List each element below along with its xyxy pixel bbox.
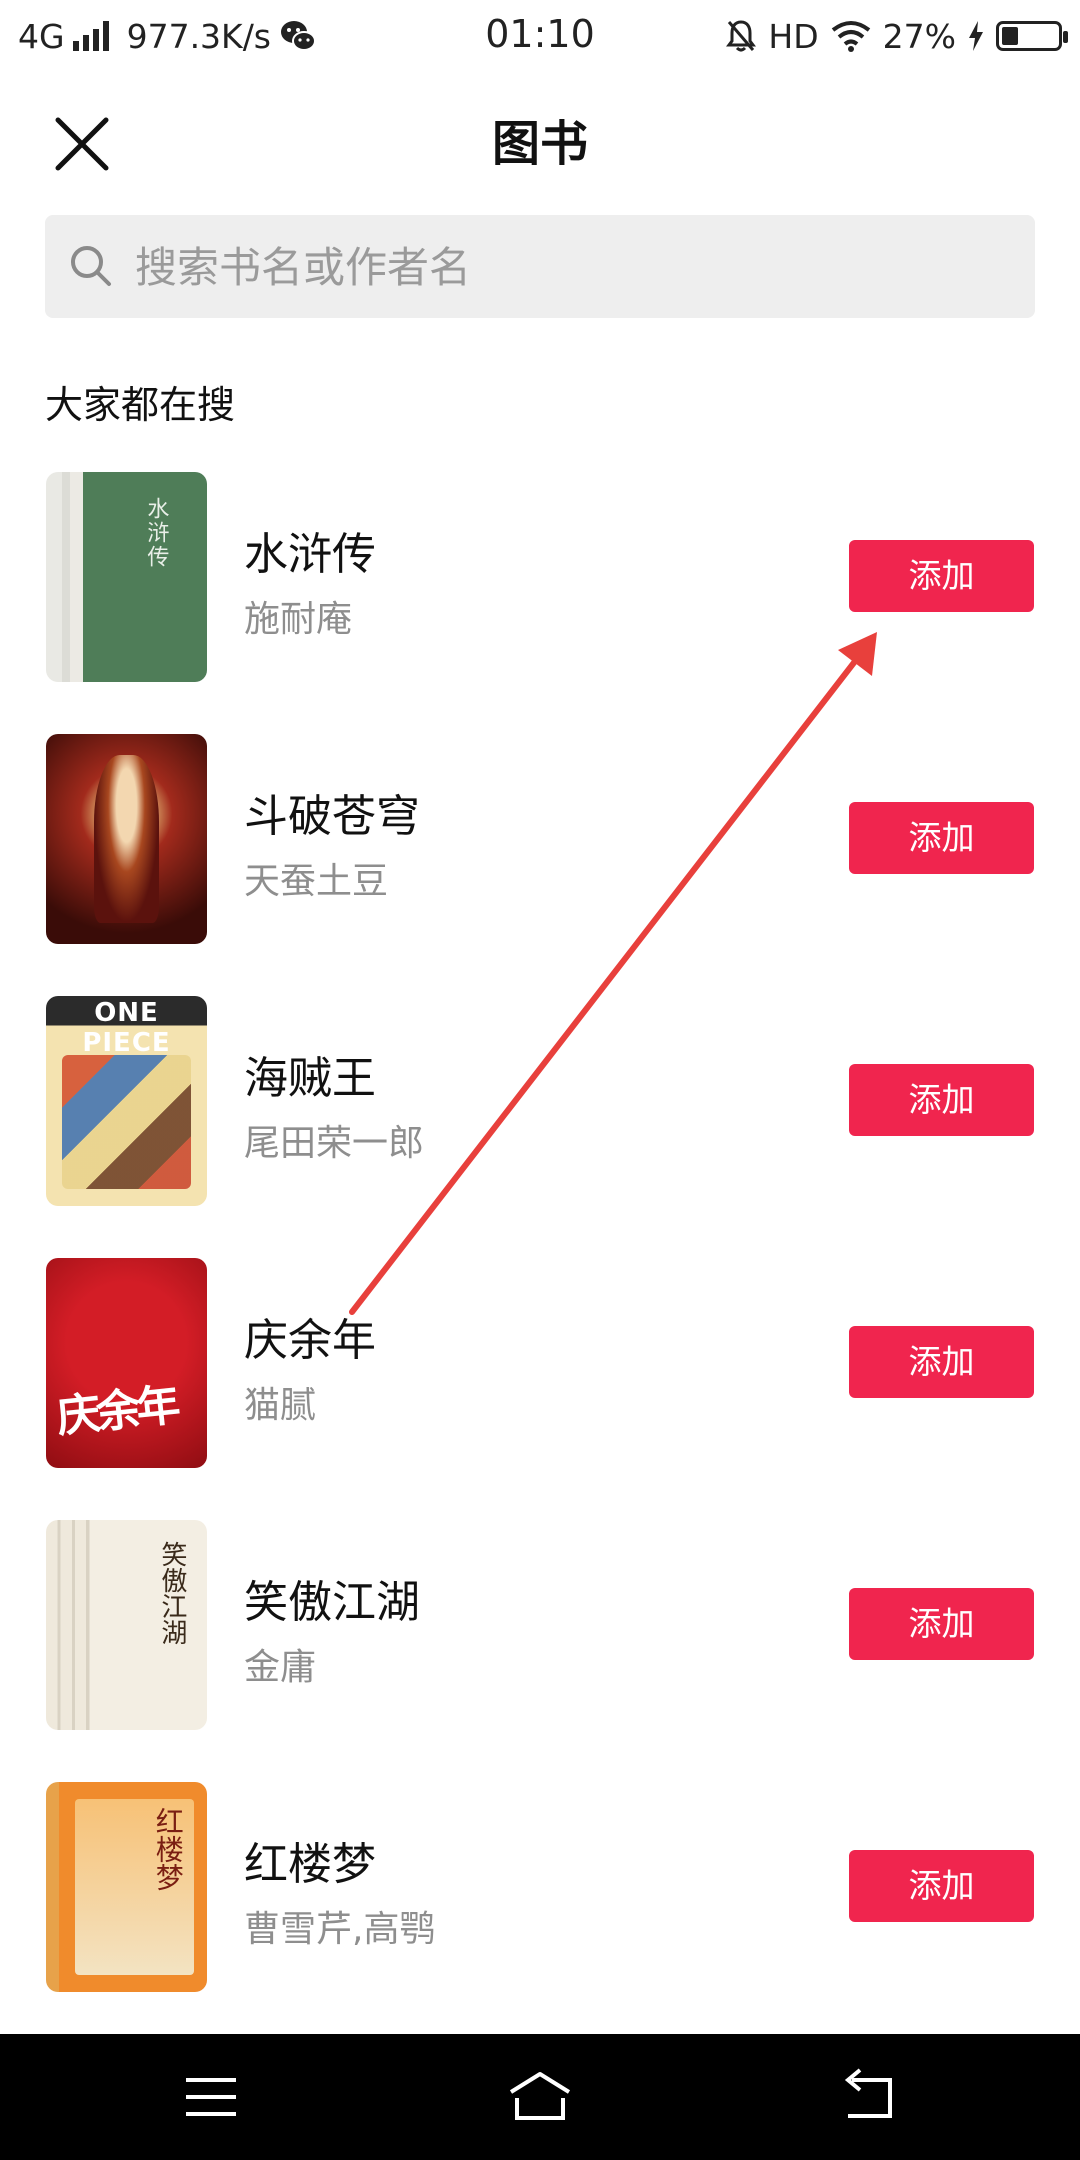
book-author: 尾田荣一郎 bbox=[244, 1123, 425, 1164]
battery-percent: 27% bbox=[882, 16, 956, 56]
book-author: 天蚕土豆 bbox=[244, 861, 389, 902]
status-right: HD 27% bbox=[726, 14, 1068, 58]
search-icon bbox=[71, 246, 111, 286]
book-row[interactable]: 水浒传 水浒传 施耐庵 添加 bbox=[0, 468, 1080, 730]
book-author: 猫腻 bbox=[244, 1385, 317, 1426]
cover-text: 红楼梦 bbox=[151, 1807, 185, 1892]
cover-text: 笑傲江湖 bbox=[156, 1541, 187, 1645]
cover-text: 水浒传 bbox=[143, 497, 169, 570]
book-cover[interactable]: ONE PIECE bbox=[46, 996, 207, 1206]
search-bar[interactable] bbox=[45, 215, 1035, 320]
book-title: 海贼王 bbox=[244, 1053, 376, 1104]
book-cover[interactable]: 红楼梦 bbox=[46, 1782, 207, 1992]
navigation-bar bbox=[0, 2034, 1080, 2160]
book-author: 曹雪芹,高鹗 bbox=[244, 1909, 436, 1950]
book-row[interactable]: ONE PIECE 海贼王 尾田荣一郎 添加 bbox=[0, 992, 1080, 1254]
menu-icon[interactable] bbox=[176, 2062, 246, 2132]
book-author: 金庸 bbox=[244, 1647, 317, 1688]
battery-icon bbox=[996, 21, 1068, 51]
book-list: 水浒传 水浒传 施耐庵 添加 斗破苍穹 天蚕土豆 添加 ONE PIECE 海贼… bbox=[0, 468, 1080, 2040]
page-title: 图书 bbox=[491, 116, 588, 172]
add-button[interactable]: 添加 bbox=[849, 802, 1034, 874]
search-input[interactable] bbox=[133, 215, 997, 320]
add-button[interactable]: 添加 bbox=[849, 1588, 1034, 1660]
add-button[interactable]: 添加 bbox=[849, 1064, 1034, 1136]
add-button[interactable]: 添加 bbox=[849, 1850, 1034, 1922]
add-button[interactable]: 添加 bbox=[849, 540, 1034, 612]
bell-off-icon bbox=[726, 20, 757, 52]
back-icon[interactable] bbox=[834, 2062, 904, 2132]
book-cover[interactable]: 庆余年 bbox=[46, 1258, 207, 1468]
wifi-icon bbox=[831, 21, 870, 52]
section-title: 大家都在搜 bbox=[45, 383, 236, 427]
book-title: 水浒传 bbox=[244, 529, 376, 580]
book-title: 庆余年 bbox=[244, 1315, 376, 1366]
book-author: 施耐庵 bbox=[244, 599, 353, 640]
book-title: 斗破苍穹 bbox=[244, 791, 420, 842]
charging-icon bbox=[969, 21, 983, 51]
book-cover[interactable]: 笑傲江湖 bbox=[46, 1520, 207, 1730]
book-title: 红楼梦 bbox=[244, 1839, 376, 1890]
book-row[interactable]: 庆余年 庆余年 猫腻 添加 bbox=[0, 1254, 1080, 1516]
book-title: 笑傲江湖 bbox=[244, 1577, 420, 1628]
book-row[interactable]: 红楼梦 红楼梦 曹雪芹,高鹗 添加 bbox=[0, 1778, 1080, 2040]
cover-text: ONE PIECE bbox=[82, 998, 171, 1058]
home-icon[interactable] bbox=[505, 2062, 575, 2132]
status-bar: 4G 977.3K/s 01:10 HD 27% bbox=[0, 0, 1080, 72]
hd-indicator: HD bbox=[768, 16, 819, 56]
book-cover[interactable]: 水浒传 bbox=[46, 472, 207, 682]
book-row[interactable]: 笑傲江湖 笑傲江湖 金庸 添加 bbox=[0, 1516, 1080, 1778]
add-button[interactable]: 添加 bbox=[849, 1326, 1034, 1398]
book-row[interactable]: 斗破苍穹 天蚕土豆 添加 bbox=[0, 730, 1080, 992]
cover-text: 庆余年 bbox=[53, 1379, 179, 1443]
book-cover[interactable] bbox=[46, 734, 207, 944]
